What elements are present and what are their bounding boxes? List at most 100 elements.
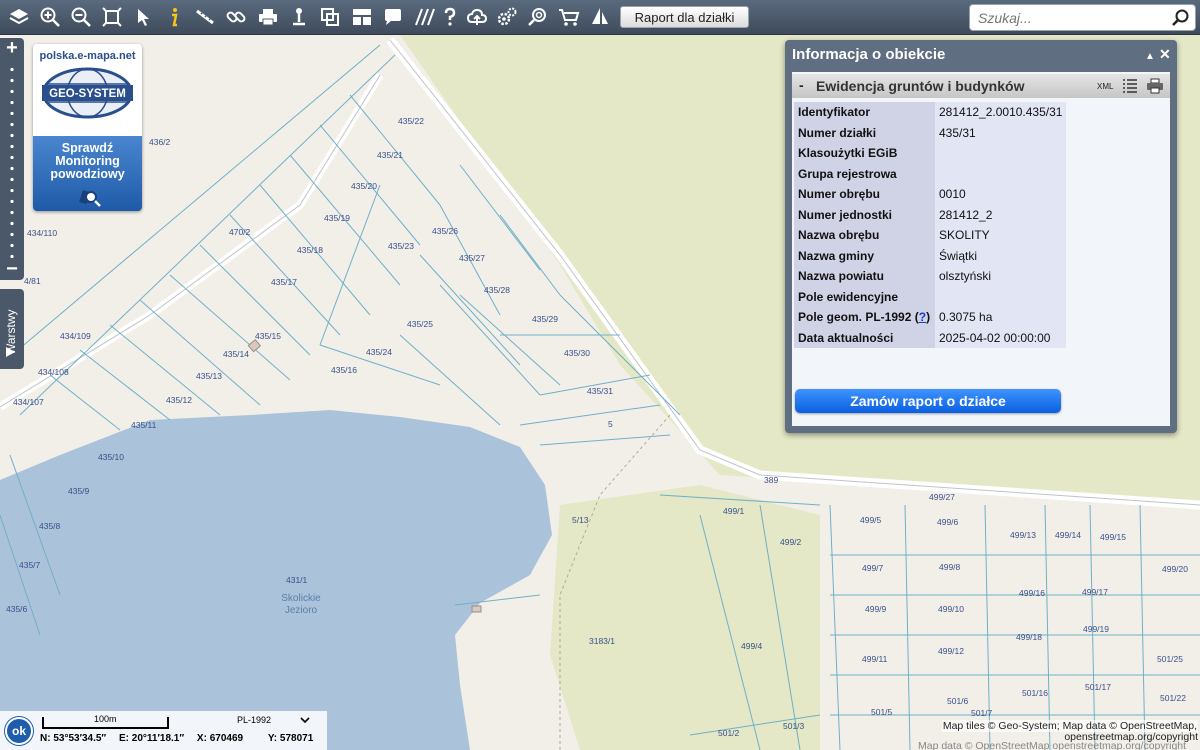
- parcel-label: 435/23: [388, 241, 414, 251]
- info-icon[interactable]: [161, 4, 187, 30]
- measure-icon[interactable]: [192, 4, 218, 30]
- expand-triangle-icon: [6, 347, 15, 357]
- toolbar: Raport dla działki: [0, 0, 1200, 35]
- parcel-label: 501/6: [947, 696, 969, 706]
- parcel-label: 499/5: [860, 515, 882, 525]
- search-icon[interactable]: [1171, 8, 1191, 28]
- parcel-label: 435/15: [255, 331, 281, 341]
- hatch-icon[interactable]: [411, 4, 437, 30]
- attr-value: olsztyński: [935, 266, 1067, 287]
- attr-label: Pole ewidencyjne: [794, 286, 935, 307]
- table-row: Nazwa obrębu SKOLITY: [794, 225, 1067, 246]
- area-help-link[interactable]: ?: [919, 310, 926, 324]
- attr-value: Świątki: [935, 245, 1067, 266]
- order-report-button[interactable]: Zamów raport o działce: [795, 389, 1061, 413]
- close-icon[interactable]: ✕: [1159, 46, 1171, 62]
- attr-label-with-help: Pole geom. PL-1992 (?): [794, 307, 935, 328]
- parcel-label: 499/16: [1019, 588, 1045, 598]
- sail-icon[interactable]: [587, 4, 613, 30]
- coord-lat: N: 53°53′34.5″: [40, 733, 107, 744]
- parcel-label: 435/22: [398, 116, 424, 126]
- ok-button[interactable]: ok: [5, 717, 33, 745]
- zoom-out-icon[interactable]: [68, 4, 94, 30]
- parcel-label: 499/7: [862, 563, 884, 573]
- cart-icon[interactable]: [556, 4, 582, 30]
- print-section-icon[interactable]: [1146, 77, 1164, 95]
- building: [471, 605, 482, 613]
- parcel-label: 389: [764, 475, 778, 485]
- zoom-minus-button[interactable]: −: [0, 259, 24, 280]
- parcel-label: 435/9: [68, 486, 90, 496]
- parcel-label: 435/19: [324, 213, 350, 223]
- layout-icon[interactable]: [349, 4, 375, 30]
- parcel-label: 434/109: [60, 331, 91, 341]
- parcel-label: 501/2: [718, 728, 740, 738]
- parcel-label: 499/20: [1162, 564, 1188, 574]
- scale-bar: 100m: [42, 714, 169, 729]
- attr-value: [935, 163, 1067, 184]
- search-zoom-icon[interactable]: [525, 4, 551, 30]
- cloud-upload-icon[interactable]: [464, 4, 490, 30]
- table-row: Nazwa powiatu olsztyński: [794, 266, 1067, 287]
- report-button[interactable]: Raport dla działki: [620, 6, 749, 28]
- coordinates: N: 53°53′34.5″ E: 20°11′18.1″ X: 670469 …: [40, 733, 323, 744]
- parcel-label: 499/12: [938, 646, 964, 656]
- parcel-label: 5/13: [572, 515, 589, 525]
- attr-value: 281412_2.0010.435/31: [935, 102, 1067, 123]
- lake-name-line1: Skolickie: [281, 593, 321, 604]
- parcel-label: 501/22: [1160, 693, 1186, 703]
- object-info-panel: Informacja o obiekcie ▲ ✕ - Ewidencja gr…: [785, 40, 1177, 433]
- parcel-label: 435/16: [331, 365, 357, 375]
- pointer-icon[interactable]: [130, 4, 156, 30]
- parcel-label: 499/19: [1083, 624, 1109, 634]
- zoom-in-icon[interactable]: [37, 4, 63, 30]
- table-row: Data aktualności 2025-04-02 00:00:00: [794, 327, 1067, 348]
- comment-icon[interactable]: [380, 4, 406, 30]
- settings-icon[interactable]: [494, 4, 520, 30]
- print-icon[interactable]: [255, 4, 281, 30]
- chevron-down-icon[interactable]: [300, 715, 310, 725]
- parcel-label: 499/10: [938, 604, 964, 614]
- parcel-label: 435/20: [351, 181, 377, 191]
- parcel-label: 499/4: [741, 641, 763, 651]
- table-row: Identyfikator 281412_2.0010.435/31: [794, 102, 1067, 123]
- status-bar: ok 100m PL-1992 N: 53°53′34.5″ E: 20°11′…: [0, 711, 327, 750]
- search-input[interactable]: [978, 8, 1168, 28]
- parcel-label: 499/2: [780, 537, 802, 547]
- zoom-slider[interactable]: [9, 64, 15, 258]
- copy-icon[interactable]: [317, 4, 343, 30]
- list-icon[interactable]: [1122, 78, 1138, 94]
- attr-label: Numer działki: [794, 122, 935, 143]
- link-icon[interactable]: [223, 4, 249, 30]
- parcel-label: 499/6: [937, 517, 959, 527]
- parcel-label: 501/25: [1157, 654, 1183, 664]
- attribution-line3: Map data © OpenStreetMap openstreetmap.o…: [918, 740, 1187, 750]
- search-box[interactable]: [969, 4, 1196, 31]
- xml-export-button[interactable]: XML: [1097, 82, 1113, 91]
- section-collapse-button[interactable]: -: [799, 77, 804, 93]
- banner-url: polska.e-mapa.net: [39, 50, 136, 62]
- parcel-label: 435/14: [223, 349, 249, 359]
- layers-tab[interactable]: Warstwy: [0, 289, 24, 369]
- zoom-plus-button[interactable]: +: [0, 38, 24, 59]
- full-extent-icon[interactable]: [99, 4, 125, 30]
- attr-label: Numer jednostki: [794, 204, 935, 225]
- layers-icon[interactable]: [6, 4, 32, 30]
- parcel-label: 470/2: [229, 227, 251, 237]
- parcel-label: 431/1: [286, 575, 308, 585]
- attr-value: 2025-04-02 00:00:00: [935, 327, 1067, 348]
- crs-select[interactable]: PL-1992: [237, 715, 271, 725]
- help-icon[interactable]: [437, 4, 463, 30]
- collapse-icon[interactable]: ▲: [1145, 49, 1155, 65]
- geo-system-banner[interactable]: polska.e-mapa.net GEO-SYSTEM Sprawdź Mon…: [33, 44, 142, 211]
- table-row: Numer obrębu 0010: [794, 184, 1067, 205]
- parcel-label: 435/8: [39, 521, 61, 531]
- marker-icon[interactable]: [286, 4, 312, 30]
- parcel-label: 435/26: [432, 226, 458, 236]
- table-row: Pole geom. PL-1992 (?) 0.3075 ha: [794, 307, 1067, 328]
- banner-top: polska.e-mapa.net GEO-SYSTEM: [33, 44, 142, 136]
- attr-label: Identyfikator: [794, 102, 935, 123]
- table-row: Numer jednostki 281412_2: [794, 204, 1067, 225]
- attr-value: SKOLITY: [935, 225, 1067, 246]
- parcel-label: 499/13: [1010, 530, 1036, 540]
